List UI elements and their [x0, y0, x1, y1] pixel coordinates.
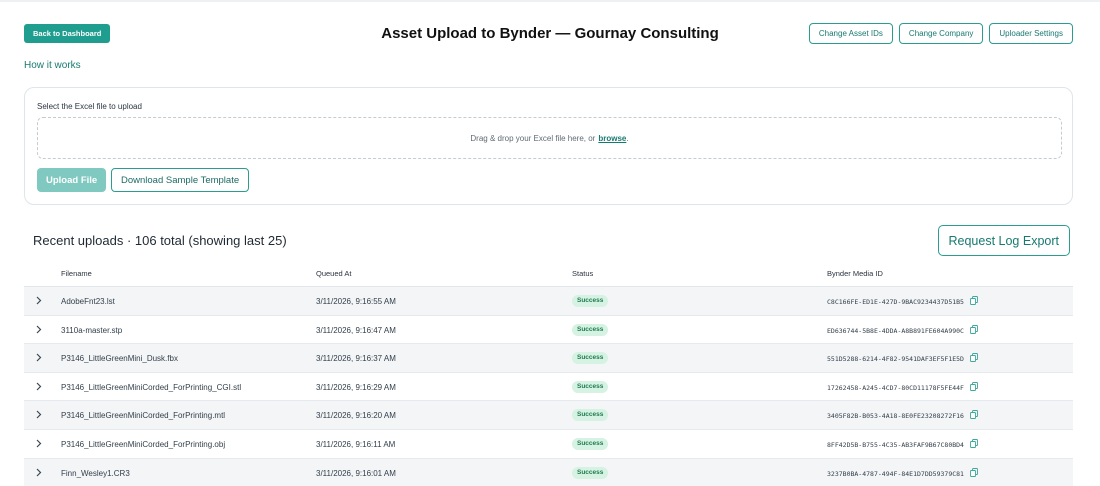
table-row[interactable]: P3146_LittleGreenMiniCorded_ForPrinting_…: [24, 373, 1073, 402]
table-body: AdobeFnt23.lst 3/11/2026, 9:16:55 AM Succe…: [24, 287, 1073, 486]
uploads-table: Filename Queued At Status Bynder Media I…: [24, 262, 1073, 486]
table-row[interactable]: AdobeFnt23.lst 3/11/2026, 9:16:55 AM Succe…: [24, 287, 1073, 316]
cell-filename: P3146_LittleGreenMiniCorded_ForPrinting.…: [61, 439, 226, 449]
cell-filename: P3146_LittleGreenMiniCorded_ForPrinting_…: [61, 382, 242, 392]
dropzone-suffix: .: [626, 133, 629, 143]
status-badge: Success: [572, 409, 609, 422]
chevron-right-icon[interactable]: [34, 324, 43, 335]
cell-media-id: 551D5288-6214-4F82-9541DAF3EF5F1E5D: [827, 355, 964, 364]
cell-filename: P3146_LittleGreenMini_Dusk.fbx: [61, 354, 178, 364]
cell-queued-at: 3/11/2026, 9:16:01 AM: [316, 468, 396, 478]
cell-queued-at: 3/11/2026, 9:16:11 AM: [316, 439, 396, 449]
copy-icon[interactable]: [970, 467, 978, 477]
table-row[interactable]: 3110a-master.stp 3/11/2026, 9:16:47 AM Suc…: [24, 316, 1073, 345]
chevron-right-icon[interactable]: [34, 352, 43, 363]
table-row[interactable]: P3146_LittleGreenMiniCorded_ForPrinting.…: [24, 430, 1073, 459]
status-badge: Success: [572, 437, 609, 450]
download-template-button[interactable]: Download Sample Template: [111, 168, 250, 192]
column-filename: Filename: [61, 269, 92, 278]
cell-media-id: ED636744-5B8E-4DDA-A8B891FE604A990C: [827, 326, 964, 335]
cell-queued-at: 3/11/2026, 9:16:55 AM: [316, 297, 396, 306]
cell-media-id: 3405F82B-B053-4A18-8E0FE23208272F16: [827, 412, 964, 421]
dropzone-text: Drag & drop your Excel file here, or: [470, 133, 596, 143]
copy-icon[interactable]: [970, 381, 978, 391]
chevron-right-icon[interactable]: [34, 438, 43, 449]
upload-label: Select the Excel file to upload: [37, 102, 142, 111]
column-status: Status: [572, 269, 594, 278]
status-badge: Success: [572, 466, 609, 479]
change-company-button[interactable]: Change Company: [898, 23, 984, 44]
table-row[interactable]: P3146_LittleGreenMini_Dusk.fbx 3/11/2026,…: [24, 344, 1073, 373]
cell-media-id: 17262458-A245-4CD7-80CD11178F5FE44F: [827, 383, 964, 392]
column-bynder-media-id: Bynder Media ID: [827, 269, 883, 278]
file-dropzone[interactable]: Drag & drop your Excel file here, or bro…: [37, 117, 1062, 159]
upload-file-button[interactable]: Upload File: [37, 168, 107, 192]
copy-icon[interactable]: [970, 296, 978, 305]
how-it-works-link[interactable]: How it works: [24, 60, 81, 71]
table-row[interactable]: Finn_Wesley1.CR3 3/11/2026, 9:16:01 AM Suc…: [24, 458, 1073, 486]
copy-icon[interactable]: [970, 439, 978, 448]
status-badge: Success: [572, 380, 609, 393]
request-log-export-button[interactable]: Request Log Export: [937, 225, 1070, 256]
cell-media-id: 8FF42D5B-B755-4C35-AB3FAF9B67C80BD4: [827, 440, 964, 449]
copy-icon[interactable]: [970, 324, 978, 334]
chevron-right-icon[interactable]: [34, 467, 43, 478]
cell-queued-at: 3/11/2026, 9:16:29 AM: [316, 382, 396, 392]
copy-icon[interactable]: [970, 410, 978, 420]
cell-queued-at: 3/11/2026, 9:16:20 AM: [316, 411, 396, 421]
cell-filename: AdobeFnt23.lst: [61, 297, 115, 306]
table-header: Filename Queued At Status Bynder Media I…: [24, 262, 1073, 287]
cell-filename: P3146_LittleGreenMiniCorded_ForPrinting.…: [61, 411, 226, 421]
upload-card: Select the Excel file to upload Drag & d…: [24, 87, 1073, 205]
cell-queued-at: 3/11/2026, 9:16:47 AM: [316, 325, 396, 335]
copy-icon[interactable]: [970, 353, 978, 363]
cell-media-id: 3237B0BA-4787-494F-84E1D7DD59379C81: [827, 469, 964, 478]
chevron-right-icon[interactable]: [34, 381, 43, 392]
cell-filename: 3110a-master.stp: [61, 325, 123, 335]
status-badge: Success: [572, 352, 609, 365]
cell-queued-at: 3/11/2026, 9:16:37 AM: [316, 354, 396, 364]
top-divider: [0, 0, 1100, 2]
chevron-right-icon[interactable]: [34, 295, 43, 306]
chevron-right-icon[interactable]: [34, 409, 43, 420]
cell-media-id: C8C166FE-ED1E-427D-9BAC9234437D51B5: [827, 298, 964, 306]
column-queued-at: Queued At: [316, 269, 352, 278]
header-actions: Change Asset IDs Change Company Uploader…: [808, 23, 1073, 44]
uploader-settings-button[interactable]: Uploader Settings: [989, 23, 1073, 44]
status-badge: Success: [572, 295, 609, 307]
table-row[interactable]: P3146_LittleGreenMiniCorded_ForPrinting.…: [24, 401, 1073, 430]
change-asset-ids-button[interactable]: Change Asset IDs: [808, 23, 893, 44]
status-badge: Success: [572, 323, 609, 336]
browse-link[interactable]: browse: [598, 134, 626, 143]
cell-filename: Finn_Wesley1.CR3: [61, 468, 130, 478]
recent-uploads-title: Recent uploads · 106 total (showing last…: [33, 233, 287, 248]
